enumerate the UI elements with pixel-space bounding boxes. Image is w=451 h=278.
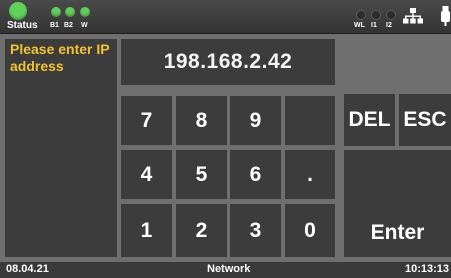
indicator-w-label: W [81,22,88,29]
status-led-icon [9,2,27,20]
key-4[interactable]: 4 [121,150,172,199]
key-0[interactable]: 0 [285,204,335,257]
key-6[interactable]: 6 [230,150,281,199]
enter-label: Enter [370,221,425,244]
b2-led-icon [65,7,75,17]
indicator-wl-label: WL [354,22,365,29]
footer-bar: 08.04.21 Network 10:13:13 [0,262,451,278]
status-bar: Status B1 B2 W WL I1 I2 [0,0,451,34]
key-2[interactable]: 2 [176,204,227,257]
indicator-b2-label: B2 [64,22,73,29]
enter-button[interactable]: Enter [344,150,451,257]
b1-led-icon [51,7,61,17]
wl-led-icon [356,10,366,20]
ip-display: 198.168.2.42 [121,39,335,85]
ip-entry-screen: Please enter IP address 198.168.2.42 7 8… [0,34,451,262]
key-9[interactable]: 9 [230,96,281,145]
key-7[interactable]: 7 [121,96,172,145]
indicator-b1-label: B1 [50,22,59,29]
key-1[interactable]: 1 [121,204,172,257]
key-5[interactable]: 5 [176,150,227,199]
status-label: Status [7,20,38,31]
indicator-i2-label: I2 [386,22,392,29]
w-led-icon [80,7,90,17]
key-dot[interactable]: . [285,150,335,199]
ip-prompt: Please enter IP address [5,39,117,257]
footer-date: 08.04.21 [6,263,49,275]
esc-button[interactable]: ESC [399,94,451,146]
network-icon [403,8,423,24]
key-blank [285,96,335,145]
footer-title: Network [207,263,251,275]
key-8[interactable]: 8 [176,96,227,145]
indicator-i1-label: I1 [371,22,377,29]
del-button[interactable]: DEL [344,94,395,146]
i2-led-icon [386,10,396,20]
usb-icon [441,6,450,26]
footer-time: 10:13:13 [404,263,449,275]
key-3[interactable]: 3 [230,204,281,257]
i1-led-icon [371,10,381,20]
